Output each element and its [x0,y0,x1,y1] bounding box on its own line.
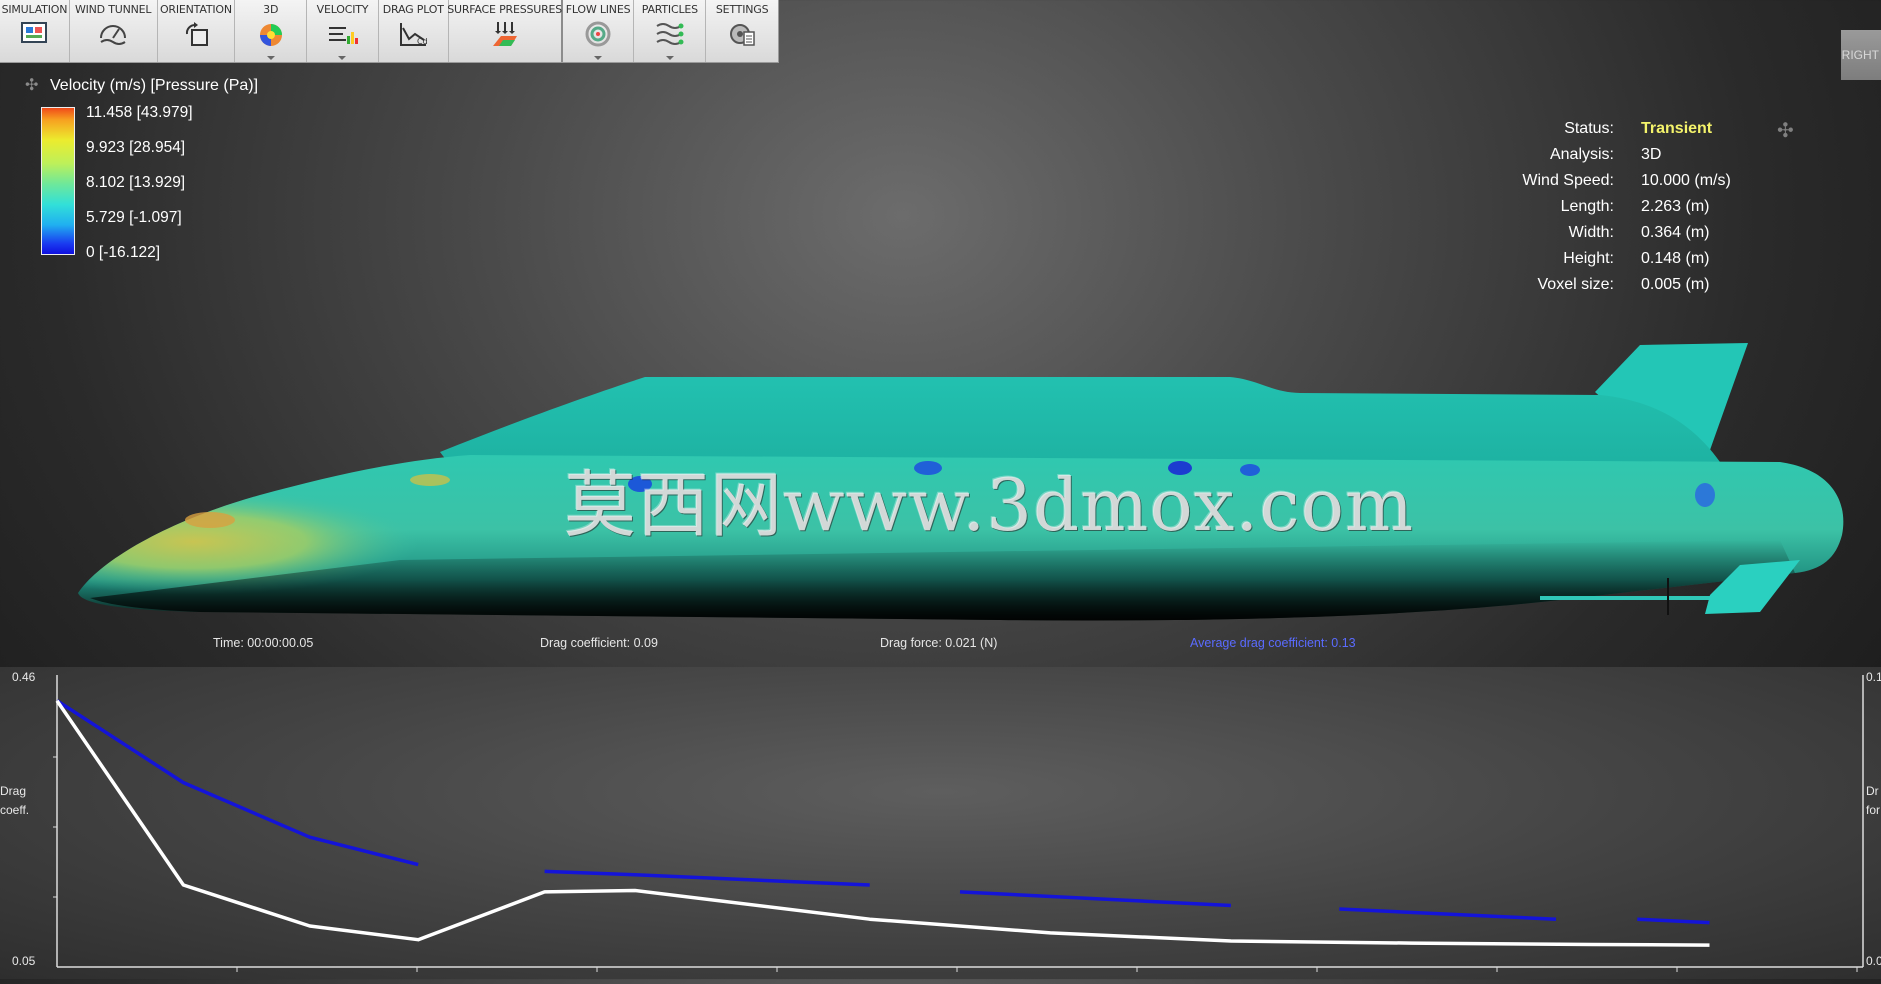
toolbar-3d-label: 3D [263,3,279,16]
time-readout: Time: 00:00:00.05 [213,636,314,650]
toolbar-drag-plot[interactable]: DRAG PLOT Cd [379,0,449,62]
wind-speed-key: Wind Speed: [1522,172,1614,189]
watermark-text: 莫西网www.3dmox.com [564,463,1415,547]
drag-force-series-line [1637,917,1710,925]
toolbar-orientation-label: ORIENTATION [159,3,232,16]
drag-coefficient-series-line [55,699,1710,947]
toolbar-surface-pressures[interactable]: SURFACE PRESSURES [447,0,563,62]
drag-force-series-line [1339,907,1557,921]
y-left-tick-max: 0.46 [12,670,36,684]
legend-label-min: 0 [-16.122] [86,244,161,261]
toolbar-wind-tunnel[interactable]: WIND TUNNEL [70,0,158,62]
drag-force-series-line [959,890,1231,908]
drag-coefficient-readout: Drag coefficient: 0.09 [540,636,658,650]
simulation-icon [21,22,48,43]
low-pressure-spot [1695,483,1715,507]
3d-dropdown-caret[interactable] [266,56,275,60]
width-key: Width: [1568,224,1614,241]
voxel-size-value: 0.005 (m) [1641,276,1710,293]
surface-pressures-icon [492,22,517,46]
y-right-axis-label: Dr for [1866,784,1881,817]
toolbar-drag-plot-label: DRAG PLOT [382,3,444,16]
toolbar-particles-label: PARTICLES [641,3,698,16]
drag-force-readout: Drag force: 0.021 (N) [880,636,998,650]
high-pressure-spot [185,512,235,528]
legend-move-handle-icon[interactable]: ✣ [25,78,38,94]
legend-label-3: 8.102 [13.929] [86,174,186,191]
svg-text:Cd: Cd [417,37,428,46]
length-key: Length: [1560,198,1614,215]
orientation-icon [185,22,208,46]
wind-speed-value: 10.000 (m/s) [1641,172,1731,189]
3d-view-icon [259,24,282,46]
length-value: 2.263 (m) [1641,198,1710,215]
status-move-handle-icon[interactable]: ✣ [1777,118,1794,143]
toolbar-simulation-label: SIMULATION [1,3,68,16]
right-view-button[interactable]: RIGHT [1841,30,1881,80]
wind-tunnel-icon [100,25,127,45]
toolbar-velocity-label: VELOCITY [316,3,369,16]
high-pressure-spot [410,474,450,486]
y-right-tick-max: 0.1 [1866,670,1881,684]
toolbar-orientation[interactable]: ORIENTATION [158,0,236,62]
plot-series-group [55,699,1710,947]
voxel-size-key: Voxel size: [1537,276,1614,293]
toolbar-simulation[interactable]: SIMULATION [0,0,70,62]
legend-color-bar [41,107,75,255]
main-toolbar: SIMULATION WIND TUNNEL ORIENTATION 3D VE… [0,0,779,63]
settings-icon [730,24,755,46]
flow-lines-icon [585,21,611,47]
toolbar-settings-label: SETTINGS [715,3,769,16]
height-key: Height: [1563,250,1614,267]
legend-label-max: 11.458 [43.979] [86,104,193,121]
toolbar-settings[interactable]: SETTINGS [706,0,778,62]
toolbar-surface-pressures-label: SURFACE PRESSURES [447,3,563,16]
drag-plot-panel[interactable]: 0.46 0.05 Drag coeff. 0.1 0.0 Dr for [0,667,1881,979]
width-value: 0.364 (m) [1641,224,1710,241]
y-right-tick-min: 0.0 [1866,954,1881,968]
toolbar-flow-lines-label: FLOW LINES [565,3,631,16]
toolbar-flow-lines[interactable]: FLOW LINES [563,0,635,62]
analysis-key: Analysis: [1549,146,1614,163]
y-left-axis-label: Drag coeff. [0,784,30,817]
toolbar-3d[interactable]: 3D [235,0,308,62]
flow-lines-dropdown-caret[interactable] [594,56,603,60]
toolbar-particles[interactable]: PARTICLES [634,0,707,62]
average-drag-coefficient-readout: Average drag coefficient: 0.13 [1190,636,1356,650]
particles-dropdown-caret[interactable] [665,56,674,60]
analysis-value: 3D [1641,146,1662,163]
particles-icon [656,23,684,45]
drag-plot-icon: Cd [400,23,428,46]
status-key: Status: [1564,120,1614,137]
legend-label-4: 5.729 [-1.097] [86,209,182,226]
toolbar-wind-tunnel-label: WIND TUNNEL [74,3,152,16]
drag-force-series-line [544,869,870,887]
legend-title: Velocity (m/s) [Pressure (Pa)] [50,77,259,94]
toolbar-velocity[interactable]: VELOCITY [307,0,379,62]
legend-label-2: 9.923 [28.954] [86,139,186,156]
velocity-icon [329,27,359,44]
drag-plot-chart [53,675,1864,972]
velocity-dropdown-caret[interactable] [338,56,347,60]
status-value: Transient [1641,120,1713,137]
height-value: 0.148 (m) [1641,250,1710,267]
y-left-tick-min: 0.05 [12,954,36,968]
